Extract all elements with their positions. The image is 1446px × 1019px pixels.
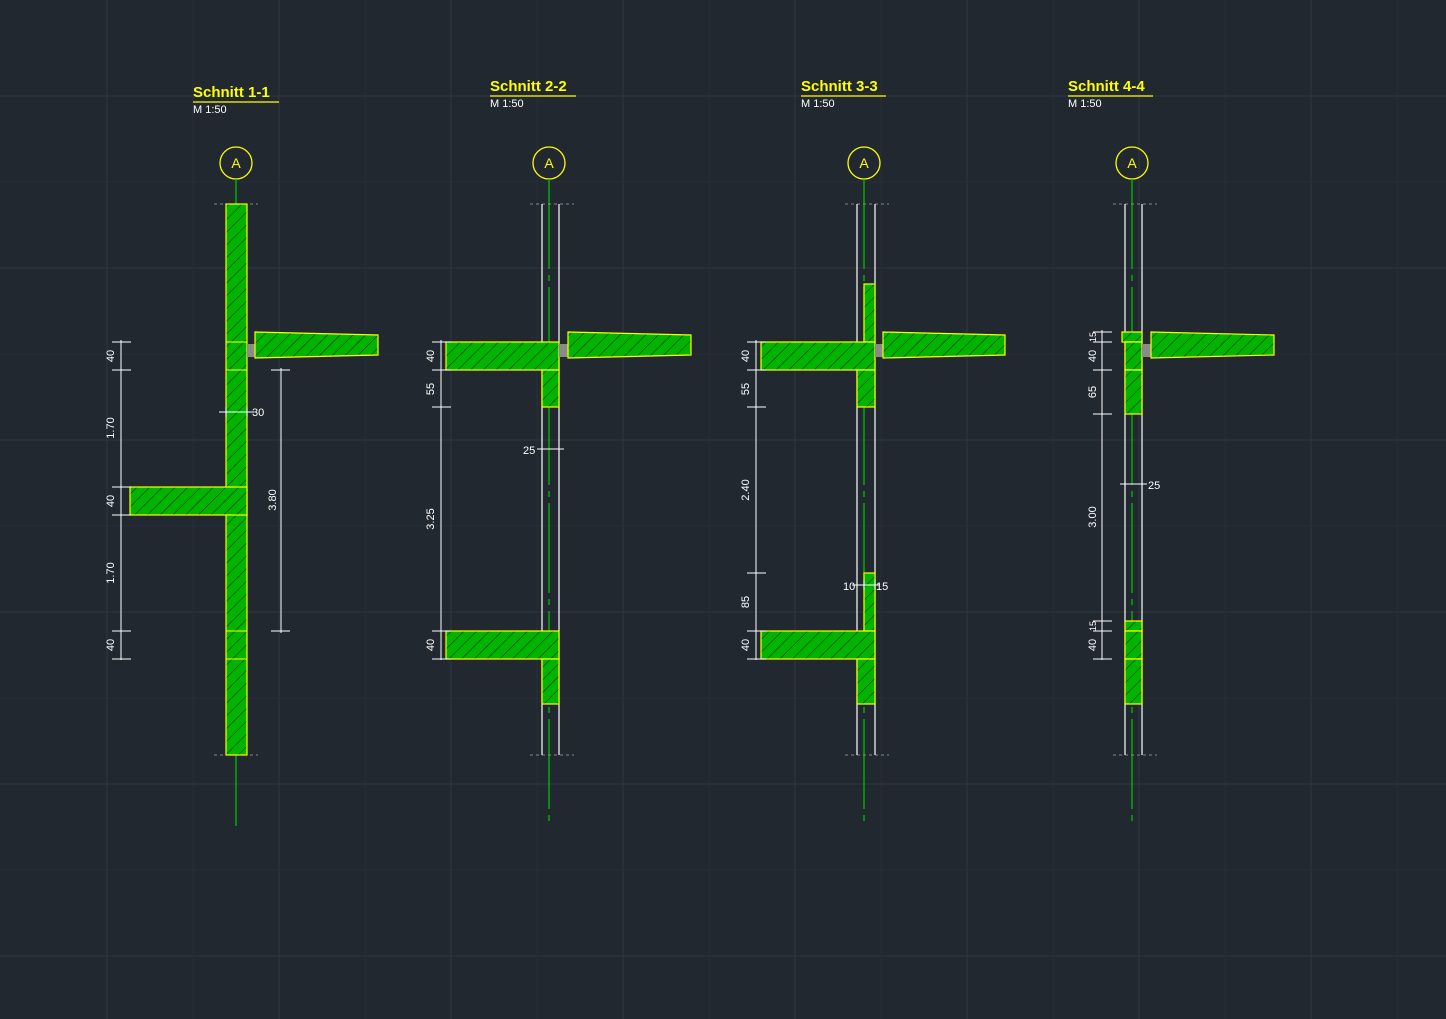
thermal-break [247, 344, 255, 357]
dimension-label: 10 [843, 581, 855, 593]
dimension-label: 25 [1148, 480, 1160, 492]
balcony-slab[interactable] [254, 331, 379, 359]
dimension-thickness [537, 444, 564, 454]
dimension-label: 1.70 [105, 417, 117, 438]
downstand-beam[interactable] [856, 369, 876, 408]
axis-marker-label: A [859, 155, 869, 171]
dimension-label: 55 [740, 383, 752, 395]
floor-slab[interactable] [1124, 630, 1143, 660]
dimension-label: 55 [425, 383, 437, 395]
section-scale: M 1:50 [1068, 98, 1102, 110]
thermal-break [1142, 344, 1151, 357]
section-3[interactable]: Schnitt 3-3 M 1:50 A 40 55 2.40 85 40 10… [740, 78, 1006, 826]
section-title: Schnitt 2-2 [490, 78, 567, 95]
dimension-label: 15 [1088, 332, 1098, 342]
floor-slab[interactable] [129, 486, 248, 516]
balcony-slab[interactable] [882, 331, 1006, 359]
dimension-label: 40 [740, 639, 752, 651]
dimension-label: 40 [425, 350, 437, 362]
dimension-label: 15 [876, 581, 888, 593]
section-scale: M 1:50 [193, 104, 227, 116]
downstand-beam[interactable] [1124, 369, 1143, 415]
axis-marker-label: A [231, 155, 241, 171]
dimension-label: 3.80 [267, 489, 279, 510]
dimension-label: 40 [105, 350, 117, 362]
dimension-label: 40 [740, 350, 752, 362]
dimension-label: 25 [523, 445, 535, 457]
section-4[interactable]: Schnitt 4-4 M 1:50 A 15 40 65 3.00 15 40 [1068, 78, 1275, 826]
dimension-label: 65 [1087, 386, 1099, 398]
dimension-label: 40 [425, 639, 437, 651]
downstand-beam[interactable] [856, 658, 876, 705]
section-title: Schnitt 4-4 [1068, 78, 1145, 95]
floor-slab[interactable] [1124, 341, 1143, 371]
floor-slab[interactable] [760, 630, 876, 660]
dimension-label: 3.00 [1087, 506, 1099, 527]
thermal-break [875, 344, 883, 357]
section-title: Schnitt 3-3 [801, 78, 878, 95]
dimension-label: 15 [1088, 621, 1098, 631]
section-1[interactable]: Schnitt 1-1 M 1:50 A 40 1.70 40 1.70 40 … [105, 84, 379, 826]
cad-drawing-canvas[interactable]: Schnitt 1-1 M 1:50 A 40 1.70 40 1.70 40 … [0, 0, 1446, 1019]
thermal-break [559, 344, 568, 357]
section-2[interactable]: Schnitt 2-2 M 1:50 A 40 55 3.25 40 25 [425, 78, 692, 826]
dimension-label: 40 [1087, 639, 1099, 651]
section-title: Schnitt 1-1 [193, 84, 270, 101]
upstand-wall[interactable] [863, 283, 876, 343]
dimension-label: 30 [252, 407, 264, 419]
downstand-beam[interactable] [1124, 658, 1143, 705]
axis-marker-label: A [544, 155, 554, 171]
floor-slab[interactable] [445, 630, 560, 660]
section-scale: M 1:50 [490, 98, 524, 110]
wall[interactable] [225, 203, 248, 756]
upstand[interactable] [1121, 331, 1143, 343]
downstand-beam[interactable] [541, 658, 560, 705]
dimension-label: 40 [105, 495, 117, 507]
dimension-label: 85 [740, 596, 752, 608]
floor-slab[interactable] [445, 341, 560, 371]
dimension-chain-left [1093, 330, 1112, 660]
dimension-label: 40 [105, 639, 117, 651]
section-scale: M 1:50 [801, 98, 835, 110]
dimension-label: 3.25 [425, 508, 437, 529]
axis-marker-label: A [1127, 155, 1137, 171]
downstand-beam[interactable] [541, 369, 560, 408]
dimension-label: 40 [1087, 350, 1099, 362]
dimension-label: 1.70 [105, 562, 117, 583]
upstand-wall[interactable] [863, 572, 876, 632]
balcony-slab[interactable] [567, 331, 692, 359]
balcony-slab[interactable] [1150, 331, 1275, 359]
dimension-label: 2.40 [740, 479, 752, 500]
floor-slab[interactable] [760, 341, 876, 371]
dimension-thickness [1120, 479, 1147, 489]
upstand[interactable] [1124, 620, 1143, 632]
